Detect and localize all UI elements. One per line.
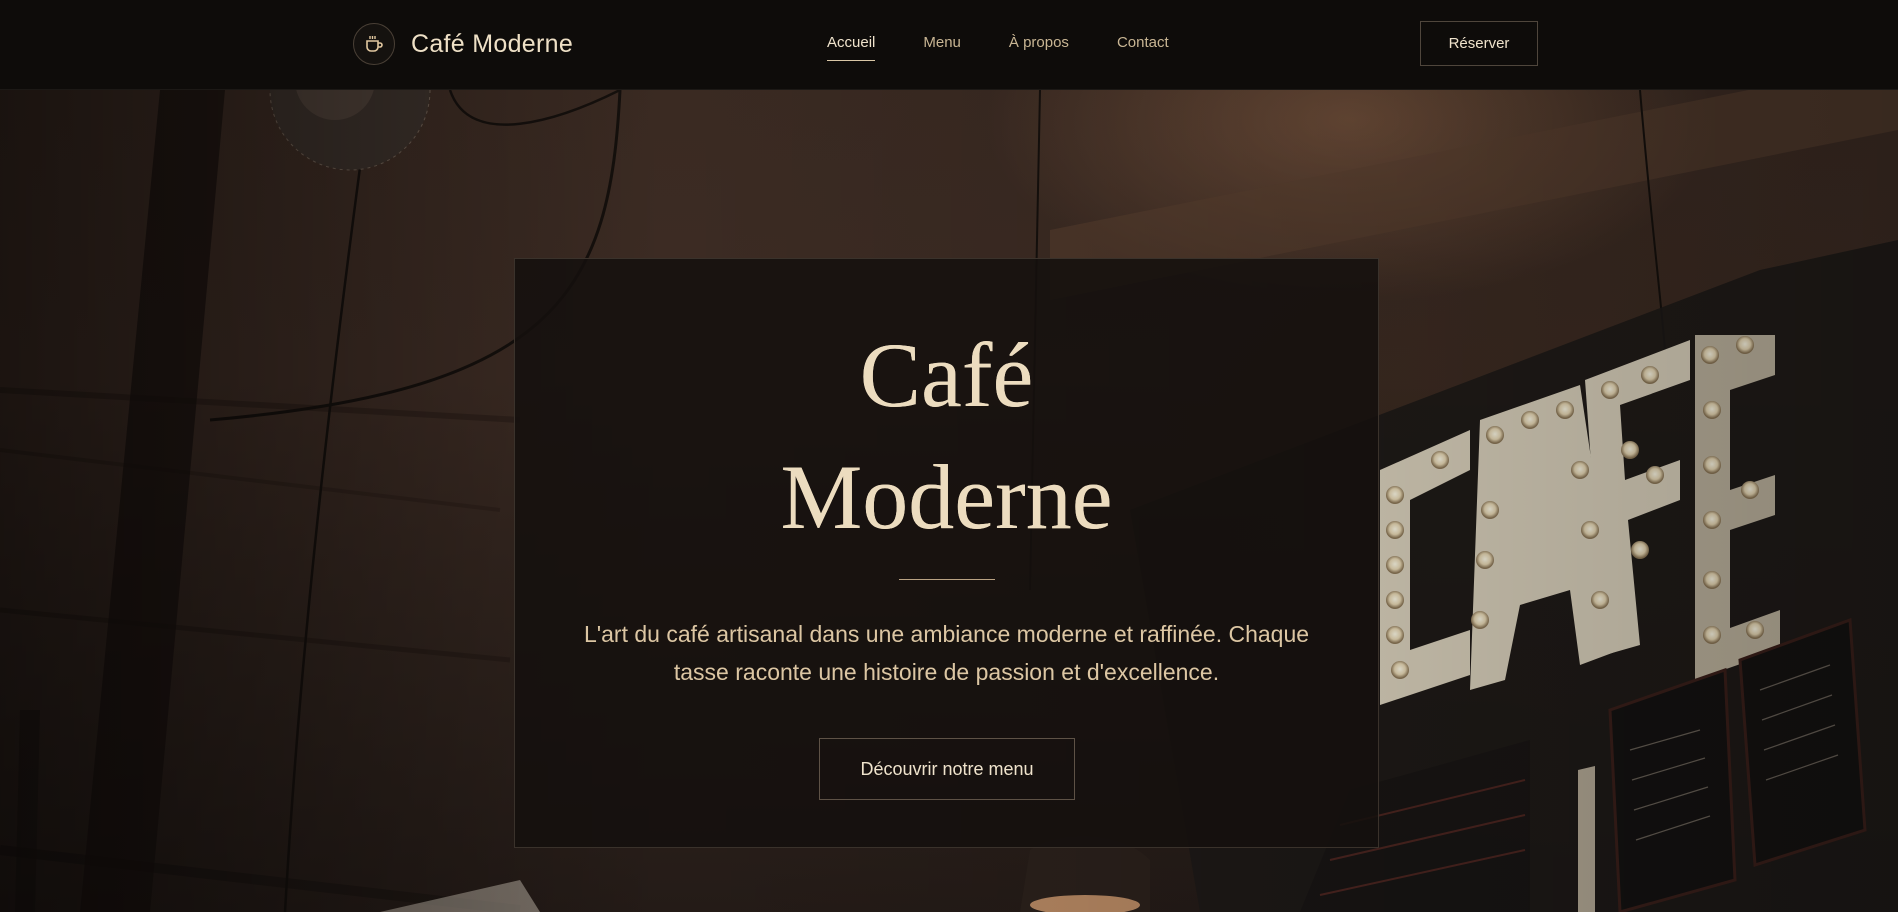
hero-title: Café Moderne: [515, 314, 1378, 558]
coffee-cup-icon: [353, 23, 395, 65]
nav-item-a-propos[interactable]: À propos: [1009, 34, 1069, 61]
nav-item-menu[interactable]: Menu: [923, 34, 961, 61]
main-nav: Accueil Menu À propos Contact: [827, 34, 1217, 61]
discover-menu-button[interactable]: Découvrir notre menu: [819, 738, 1075, 800]
hero-card: Café Moderne L'art du café artisanal dan…: [514, 258, 1379, 848]
nav-item-accueil[interactable]: Accueil: [827, 34, 876, 61]
hero-title-line2: Moderne: [780, 446, 1113, 548]
hero-title-line1: Café: [859, 324, 1034, 426]
hero-divider: [899, 579, 995, 580]
brand-name: Café Moderne: [411, 29, 574, 58]
brand-link[interactable]: Café Moderne: [353, 23, 573, 65]
hero-description: L'art du café artisanal dans une ambianc…: [583, 621, 1310, 685]
nav-item-contact[interactable]: Contact: [1117, 34, 1169, 61]
site-header: Café Moderne Accueil Menu À propos Conta…: [0, 0, 1898, 90]
reserve-button[interactable]: Réserver: [1420, 21, 1538, 66]
